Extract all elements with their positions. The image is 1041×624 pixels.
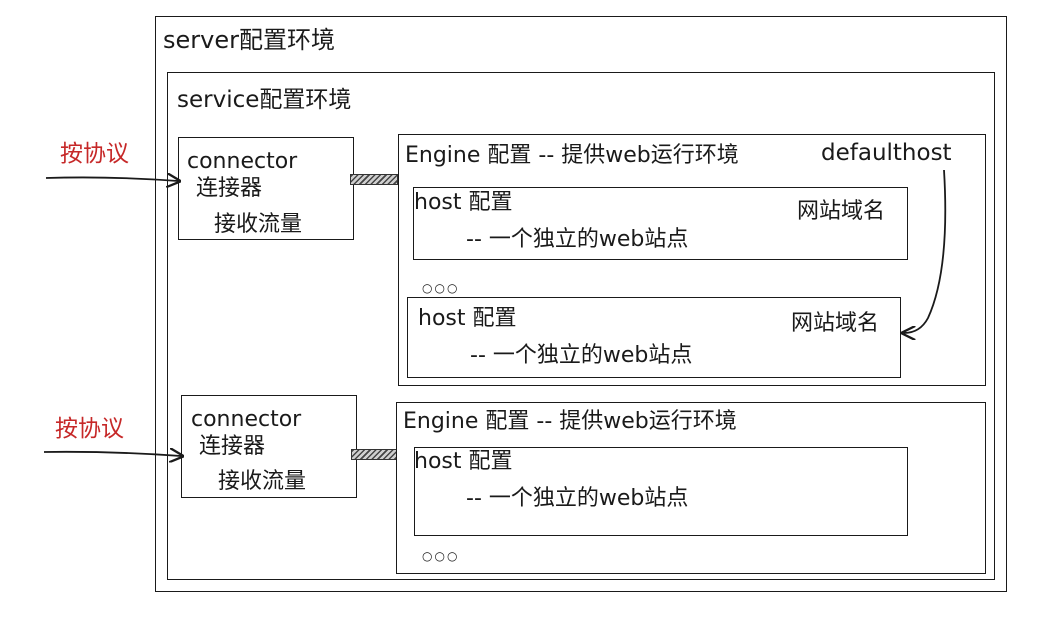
defaulthost-arrow bbox=[904, 169, 947, 333]
arrows-overlay bbox=[43, 169, 947, 624]
incoming-arrow-2 bbox=[43, 452, 181, 456]
incoming-arrow-1 bbox=[45, 177, 178, 181]
